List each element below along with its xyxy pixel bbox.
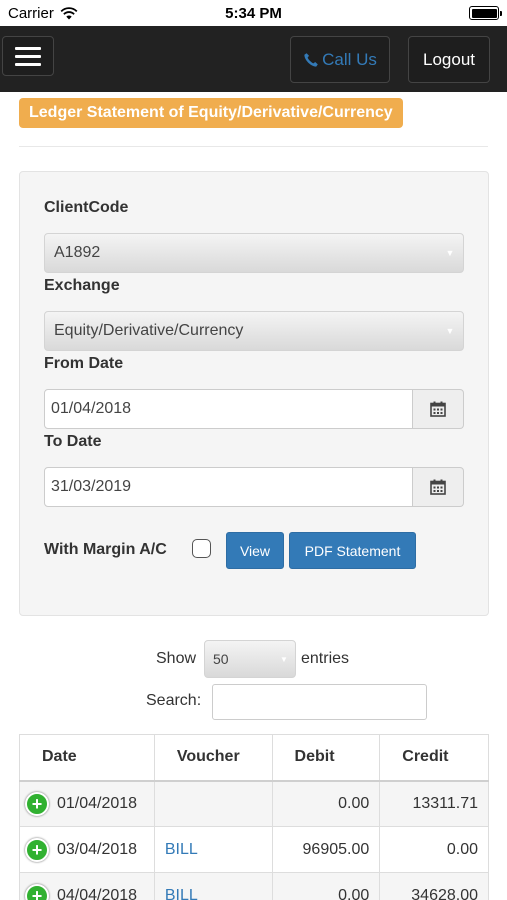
column-header-date[interactable]: Date <box>19 734 155 782</box>
battery-icon <box>469 6 502 20</box>
entries-label: entries <box>301 650 350 667</box>
view-button[interactable]: View <box>226 532 284 569</box>
wifi-icon <box>60 6 78 19</box>
from-date-label: From Date <box>44 355 124 372</box>
calendar-icon <box>430 401 446 417</box>
expand-row-icon[interactable]: + <box>25 791 49 816</box>
debit-cell: 96905.00 <box>271 826 381 873</box>
credit-cell: 13311.71 <box>379 780 489 827</box>
column-header-voucher[interactable]: Voucher <box>153 734 273 782</box>
entries-value: 50 <box>213 651 229 667</box>
to-date-calendar-button[interactable] <box>413 467 464 507</box>
page-title: Ledger Statement of Equity/Derivative/Cu… <box>19 98 403 128</box>
menu-button[interactable] <box>2 36 54 76</box>
voucher-cell[interactable] <box>153 780 273 827</box>
ledger-table: Date Voucher Debit Credit +01/04/2018 0.… <box>19 734 489 900</box>
dropdown-arrow-icon: ▼ <box>445 326 455 336</box>
date-cell: +04/04/2018 <box>19 872 155 900</box>
client-code-select[interactable]: A1892 ▼ <box>44 233 464 273</box>
client-code-value: A1892 <box>54 244 101 261</box>
exchange-label: Exchange <box>44 277 120 294</box>
table-row: +01/04/2018 0.00 13311.71 <box>19 780 489 827</box>
hamburger-icon-bar <box>15 62 41 66</box>
credit-cell: 0.00 <box>379 826 489 873</box>
top-navbar: Call Us Logout <box>0 26 507 92</box>
from-date-calendar-button[interactable] <box>413 389 464 429</box>
from-date-input[interactable]: 01/04/2018 <box>44 389 413 429</box>
logout-button[interactable]: Logout <box>408 36 490 83</box>
exchange-select[interactable]: Equity/Derivative/Currency ▼ <box>44 311 464 351</box>
expand-row-icon[interactable]: + <box>25 837 49 862</box>
to-date-group: 31/03/2019 <box>44 467 464 507</box>
to-date-input[interactable]: 31/03/2019 <box>44 467 413 507</box>
phone-icon <box>304 52 318 67</box>
table-row: +03/04/2018 BILL 96905.00 0.00 <box>19 826 489 873</box>
debit-cell: 0.00 <box>271 780 381 827</box>
entries-select[interactable]: 50 ▼ <box>204 640 296 678</box>
status-bar: Carrier 5:34 PM <box>0 0 507 26</box>
pdf-statement-button[interactable]: PDF Statement <box>289 532 416 569</box>
search-label: Search: <box>146 692 202 709</box>
date-cell: +01/04/2018 <box>19 780 155 827</box>
hamburger-icon-bar <box>15 46 41 50</box>
filter-panel: ClientCode A1892 ▼ Exchange Equity/Deriv… <box>19 171 489 616</box>
margin-ac-label: With Margin A/C <box>44 541 167 558</box>
date-cell: +03/04/2018 <box>19 826 155 873</box>
date-value: 03/04/2018 <box>57 840 138 858</box>
column-header-credit[interactable]: Credit <box>379 734 489 782</box>
column-header-debit[interactable]: Debit <box>271 734 381 782</box>
dropdown-arrow-icon: ▼ <box>280 654 288 664</box>
to-date-label: To Date <box>44 433 102 450</box>
margin-ac-checkbox[interactable] <box>192 539 211 558</box>
hamburger-icon-bar <box>15 54 41 58</box>
calendar-icon <box>430 479 446 495</box>
client-code-label: ClientCode <box>44 199 129 216</box>
carrier-label: Carrier <box>8 4 54 22</box>
exchange-value: Equity/Derivative/Currency <box>54 322 244 339</box>
date-value: 01/04/2018 <box>57 794 138 812</box>
table-row: +04/04/2018 BILL 0.00 34628.00 <box>19 872 489 900</box>
from-date-group: 01/04/2018 <box>44 389 464 429</box>
voucher-link[interactable]: BILL <box>153 826 273 873</box>
table-header-row: Date Voucher Debit Credit <box>19 734 489 782</box>
expand-row-icon[interactable]: + <box>25 883 49 900</box>
show-label: Show <box>156 650 197 667</box>
call-us-label: Call Us <box>322 49 377 69</box>
credit-cell: 34628.00 <box>379 872 489 900</box>
voucher-link[interactable]: BILL <box>153 872 273 900</box>
divider <box>19 146 488 147</box>
search-input[interactable] <box>212 684 427 720</box>
debit-cell: 0.00 <box>271 872 381 900</box>
call-us-button[interactable]: Call Us <box>290 36 390 83</box>
date-value: 04/04/2018 <box>57 886 138 900</box>
clock: 5:34 PM <box>225 4 282 22</box>
dropdown-arrow-icon: ▼ <box>445 248 455 258</box>
